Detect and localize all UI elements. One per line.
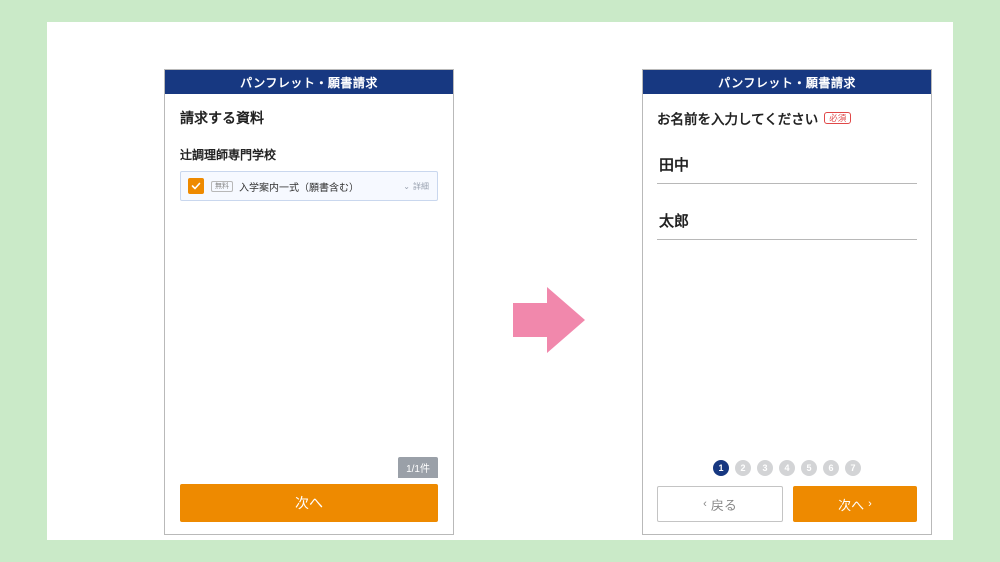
- material-item-name: 入学案内一式（願書含む）: [239, 179, 403, 194]
- step-dot-3: 3: [757, 460, 773, 476]
- next-button-label: 次へ: [295, 493, 323, 513]
- step-dot-5: 5: [801, 460, 817, 476]
- next-button[interactable]: 次へ ›: [793, 486, 917, 522]
- button-row: ‹ 戻る 次へ ›: [657, 486, 917, 522]
- step-dot-6: 6: [823, 460, 839, 476]
- free-badge: 無料: [211, 181, 233, 192]
- chevron-down-icon: ⌄: [403, 182, 410, 191]
- step-dot-7: 7: [845, 460, 861, 476]
- step-dot-2: 2: [735, 460, 751, 476]
- step-dot-4: 4: [779, 460, 795, 476]
- app-title: パンフレット・願書請求: [718, 74, 856, 91]
- canvas-sheet: パンフレット・願書請求 請求する資料 辻調理師専門学校 無料 入学案内一式（願書…: [47, 22, 953, 540]
- screen-enter-name: パンフレット・願書請求 お名前を入力してください 必須 1 2 3 4 5 6 …: [642, 69, 932, 535]
- required-badge: 必須: [824, 112, 851, 125]
- chevron-left-icon: ‹: [703, 498, 707, 510]
- count-badge: 1/1件: [398, 457, 438, 478]
- last-name-field[interactable]: [657, 146, 917, 184]
- back-button[interactable]: ‹ 戻る: [657, 486, 783, 522]
- prompt-text: お名前を入力してください: [657, 108, 818, 128]
- section-heading: 請求する資料: [180, 108, 438, 128]
- footer-area: 1 2 3 4 5 6 7 ‹ 戻る 次へ ›: [657, 460, 917, 522]
- back-button-label: 戻る: [711, 495, 737, 514]
- material-item-row[interactable]: 無料 入学案内一式（願書含む） ⌄ 詳細: [180, 171, 438, 201]
- detail-toggle-label: 詳細: [413, 181, 429, 192]
- first-name-field[interactable]: [657, 202, 917, 240]
- detail-toggle[interactable]: ⌄ 詳細: [403, 181, 429, 192]
- chevron-right-icon: ›: [868, 498, 872, 510]
- app-title: パンフレット・願書請求: [240, 74, 378, 91]
- arrow-right-icon: [507, 279, 589, 366]
- checkbox-checked-icon[interactable]: [188, 178, 204, 194]
- next-button-label: 次へ: [838, 495, 864, 514]
- footer-area: 1/1件 次へ: [180, 457, 438, 522]
- content-body: 請求する資料 辻調理師専門学校 無料 入学案内一式（願書含む） ⌄ 詳細 1/1…: [165, 94, 453, 534]
- school-name: 辻調理師専門学校: [180, 146, 438, 163]
- prompt-row: お名前を入力してください 必須: [657, 108, 917, 128]
- app-titlebar: パンフレット・願書請求: [165, 70, 453, 94]
- next-button[interactable]: 次へ: [180, 484, 438, 522]
- app-titlebar: パンフレット・願書請求: [643, 70, 931, 94]
- step-indicator: 1 2 3 4 5 6 7: [657, 460, 917, 476]
- screen-request-materials: パンフレット・願書請求 請求する資料 辻調理師専門学校 無料 入学案内一式（願書…: [164, 69, 454, 535]
- step-dot-1: 1: [713, 460, 729, 476]
- content-body: お名前を入力してください 必須 1 2 3 4 5 6 7 ‹: [643, 94, 931, 534]
